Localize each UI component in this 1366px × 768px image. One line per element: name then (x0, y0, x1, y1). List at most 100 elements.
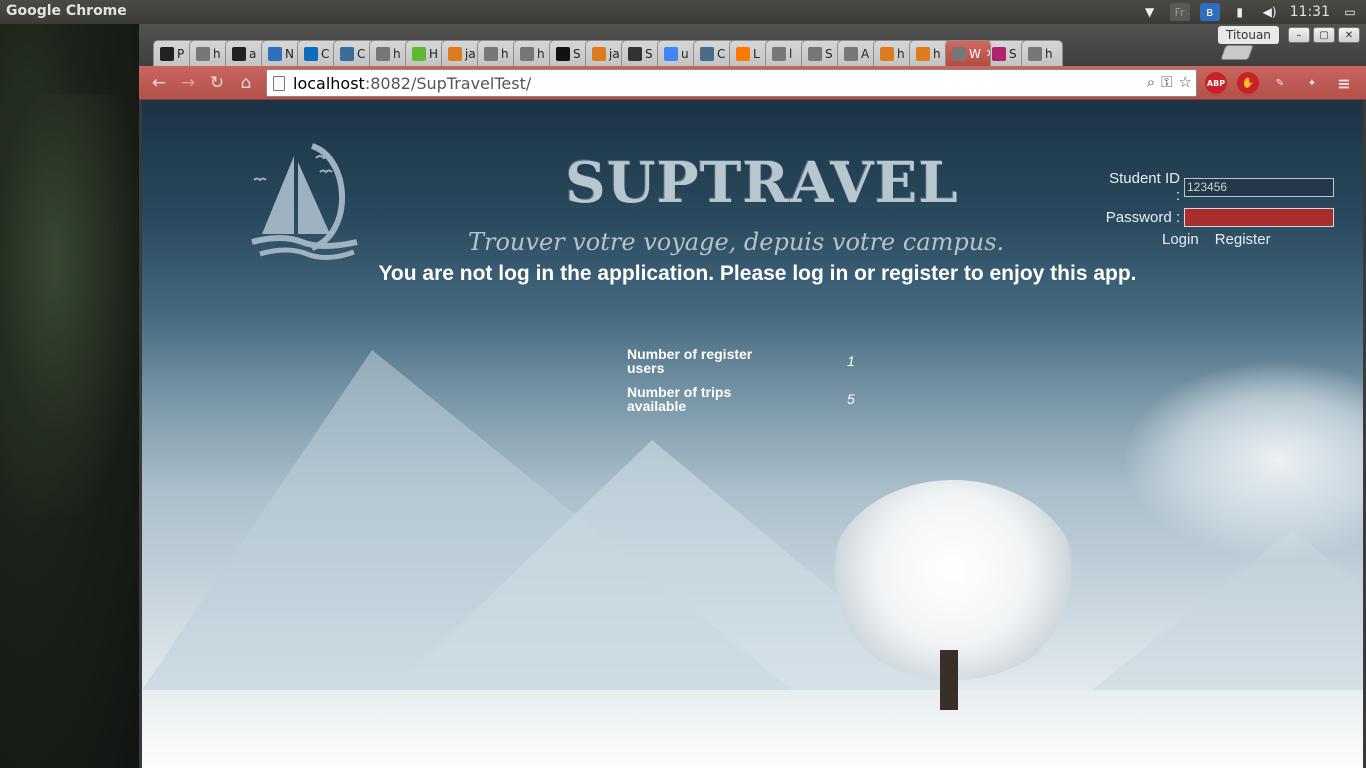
stat-label-trips: Number of trips available (627, 384, 732, 414)
tab-title: H (429, 46, 439, 61)
minimize-button[interactable]: – (1288, 27, 1310, 43)
java-icon (592, 46, 606, 61)
web-page: SUPTRAVEL Trouver votre voyage, depuis v… (142, 100, 1363, 768)
sncf-icon (992, 46, 1006, 61)
bluetooth-icon[interactable]: ʙ (1199, 3, 1220, 21)
stop-hand-icon[interactable]: ✋ (1237, 72, 1259, 94)
globe-icon (340, 46, 354, 61)
url-path: :8082/SupTravelTest/ (364, 73, 532, 93)
page-icon (844, 46, 858, 61)
clock[interactable]: 11:31 (1290, 4, 1330, 20)
stat-row: Number of trips available 5 (627, 385, 855, 413)
browser-tab[interactable]: W ✕ (945, 40, 991, 66)
desktop-tree-foliage (0, 94, 140, 514)
page-icon (808, 46, 822, 61)
google-icon (664, 46, 678, 61)
system-tray: ▼ Fr ʙ ▮ ◀) 11:31 ▭ (1140, 0, 1360, 24)
desktop-background (0, 24, 140, 768)
tab-title: ja (609, 46, 620, 61)
tab-title: ja (465, 46, 476, 61)
java-icon (448, 46, 462, 61)
menu-icon[interactable]: ≡ (1333, 72, 1355, 94)
globe-icon (700, 46, 714, 61)
orange-icon (736, 46, 750, 61)
snow-field (142, 690, 1363, 768)
back-arrow-icon[interactable]: ← (148, 72, 170, 94)
forward-arrow-icon[interactable]: → (177, 72, 199, 94)
student-id-label: Student ID : (1109, 170, 1180, 204)
tab-title: h (897, 46, 905, 61)
mail-icon (268, 46, 282, 61)
adblock-icon[interactable]: ABP (1205, 72, 1227, 94)
stat-value-trips: 5 (847, 391, 855, 407)
key-icon[interactable]: ⚿ (1161, 73, 1172, 91)
browser-tab[interactable]: h (1021, 40, 1063, 66)
site-title: SUPTRAVEL (565, 150, 959, 216)
login-form: Student ID : Password : Login Register (1102, 170, 1342, 248)
login-link[interactable]: Login (1162, 231, 1199, 248)
login-notice: You are not log in the application. Plea… (378, 262, 1137, 285)
badge-icon (412, 46, 426, 61)
page-icon (196, 46, 210, 61)
sql-icon (628, 46, 642, 61)
browser-toolbar: ← → ↻ ⌂ localhost :8082/SupTravelTest/ ⌕… (139, 66, 1366, 100)
session-menu-icon[interactable]: ▭ (1340, 3, 1360, 21)
wifi-icon[interactable]: ▼ (1140, 3, 1160, 21)
student-id-input[interactable] (1184, 177, 1334, 197)
tab-title: h (1045, 46, 1053, 61)
n-icon (556, 46, 570, 61)
extension-icon[interactable]: ✦ (1301, 72, 1323, 94)
maximize-button[interactable]: ▢ (1313, 27, 1335, 43)
outlook-icon (304, 46, 318, 61)
omnibox-actions: ⌕ ⚿ ☆ (1147, 73, 1192, 91)
home-icon[interactable]: ⌂ (235, 72, 257, 94)
address-bar[interactable]: localhost :8082/SupTravelTest/ ⌕ ⚿ ☆ (266, 69, 1197, 97)
eyedropper-icon[interactable]: ✎ (1269, 72, 1291, 94)
tab-title: h (537, 46, 545, 61)
profile-button[interactable]: Titouan (1218, 26, 1279, 44)
password-input[interactable] (1184, 208, 1334, 227)
tab-title: a (249, 46, 257, 61)
tab-title: S (645, 46, 653, 61)
tab-title: S (1009, 46, 1017, 61)
page-icon (772, 46, 786, 61)
page-icon (952, 46, 966, 61)
github-icon (232, 46, 246, 61)
bookmark-star-icon[interactable]: ☆ (1179, 73, 1192, 91)
search-icon[interactable]: ⌕ (1147, 73, 1155, 91)
reload-icon[interactable]: ↻ (206, 72, 228, 94)
keyboard-layout-indicator[interactable]: Fr (1169, 3, 1190, 21)
tab-title: h (933, 46, 941, 61)
tab-title: u (681, 46, 689, 61)
tab-title: C (321, 46, 330, 61)
new-tab-button[interactable] (1220, 45, 1254, 60)
window-controls: – ▢ ✕ (1288, 27, 1360, 43)
stat-label-users: Number of register users (627, 346, 753, 376)
page-icon (484, 46, 498, 61)
close-window-button[interactable]: ✕ (1338, 27, 1360, 43)
tab-title: S (825, 46, 833, 61)
tab-title: A (861, 46, 870, 61)
battery-icon[interactable]: ▮ (1230, 3, 1250, 21)
snowy-tree (828, 480, 1078, 710)
tab-list: Ph a N C Ch Hja h h Sja Su C Ll S Ah h W ✕ Sh (153, 40, 1063, 66)
stat-value-users: 1 (847, 353, 855, 369)
background-cloud (1122, 360, 1363, 560)
tab-title: N (285, 46, 294, 61)
page-info-icon[interactable] (273, 75, 285, 91)
app-title: Google Chrome (6, 3, 127, 19)
tab-title: h (393, 46, 401, 61)
close-tab-icon[interactable]: ✕ (986, 47, 991, 60)
tab-title: h (213, 46, 221, 61)
top-panel: Google Chrome ▼ Fr ʙ ▮ ◀) 11:31 ▭ (0, 0, 1366, 24)
register-link[interactable]: Register (1215, 231, 1271, 248)
stat-row: Number of register users 1 (627, 347, 855, 375)
tab-title: C (717, 46, 726, 61)
stats-table: Number of register users 1 Number of tri… (627, 347, 855, 423)
tab-title: S (573, 46, 581, 61)
tab-title: C (357, 46, 366, 61)
volume-icon[interactable]: ◀) (1260, 3, 1280, 21)
tab-title: P (177, 46, 185, 61)
url-host: localhost (293, 73, 365, 93)
page-icon (1028, 46, 1042, 61)
